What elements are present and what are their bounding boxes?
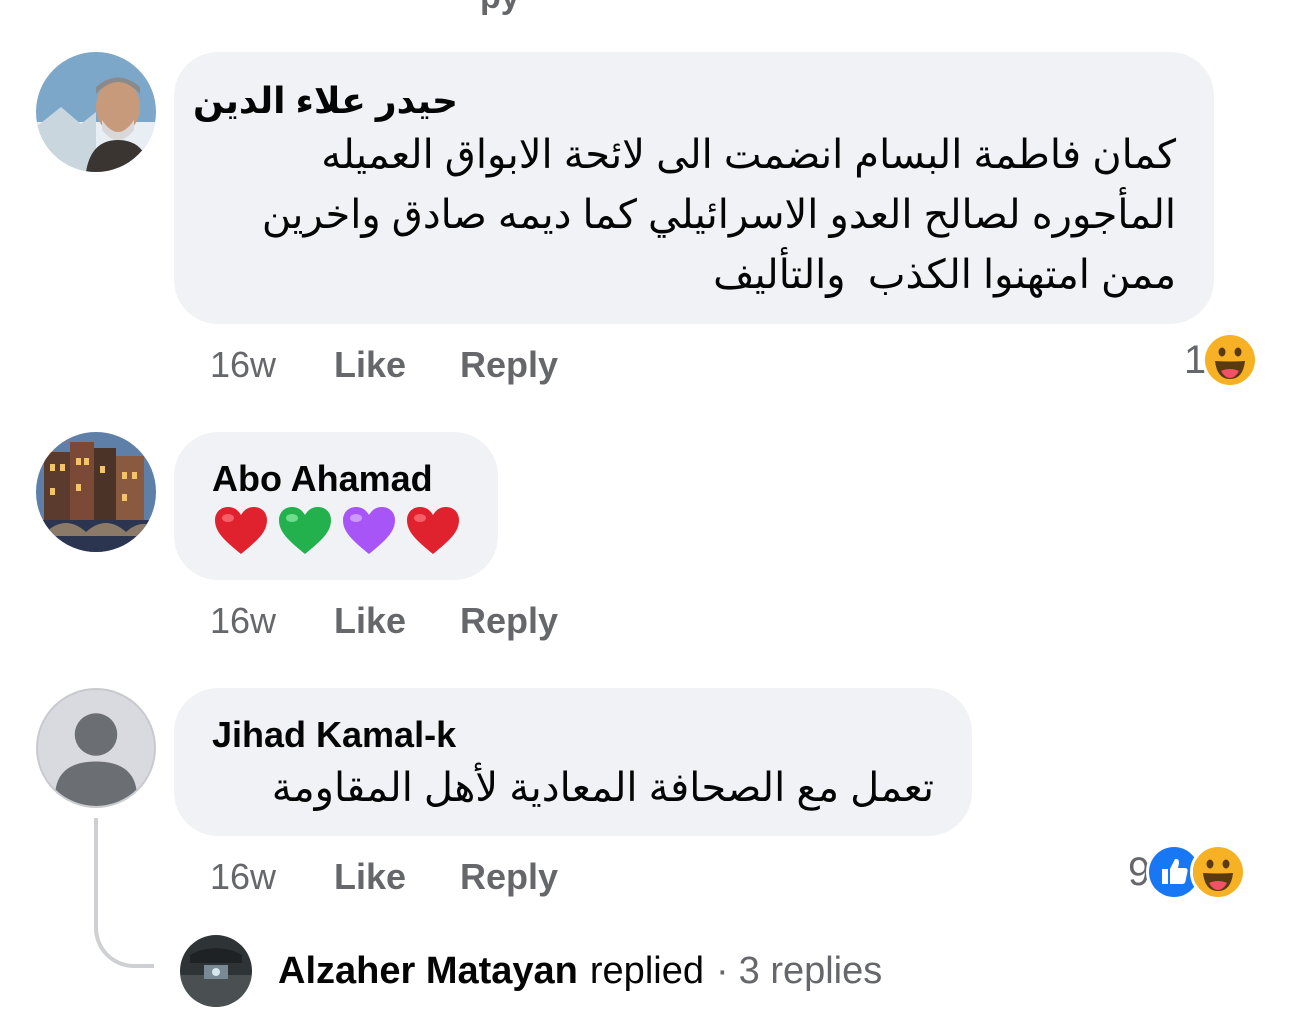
green-heart-icon xyxy=(278,506,332,556)
avatar-photo-icon xyxy=(180,935,252,1007)
comment-bubble: Jihad Kamal-k تعمل مع الصحافة المعادية ل… xyxy=(174,688,972,836)
comment-text: كمان فاطمة البسام انضمت الى لائحة الابوا… xyxy=(261,133,1176,297)
reply-author[interactable]: Alzaher Matayan xyxy=(278,950,578,993)
cutoff-reply-link: py xyxy=(480,0,520,17)
avatar-photo-icon xyxy=(36,432,156,552)
purple-heart-icon xyxy=(342,506,396,556)
comment-author[interactable]: Abo Ahamad xyxy=(212,458,433,500)
comment-bubble: حيدر علاء الدين كمان فاطمة البسام انضمت … xyxy=(174,52,1214,324)
like-button[interactable]: Like xyxy=(334,856,406,898)
red-heart-icon xyxy=(214,506,268,556)
reply-count[interactable]: 3 replies xyxy=(739,950,883,993)
reaction-summary[interactable]: 1 xyxy=(1184,332,1259,388)
emoji-hearts xyxy=(214,506,460,556)
avatar-alzaher[interactable] xyxy=(180,935,252,1007)
haha-icon xyxy=(1202,332,1259,388)
haha-icon xyxy=(1190,844,1247,900)
reaction-summary[interactable]: 9 xyxy=(1128,844,1247,900)
avatar-abo-ahamad[interactable] xyxy=(36,432,156,552)
separator-dot: · xyxy=(715,949,729,992)
reply-button[interactable]: Reply xyxy=(460,344,558,386)
reply-button[interactable]: Reply xyxy=(460,856,558,898)
avatar-photo-icon xyxy=(36,52,156,172)
like-button[interactable]: Like xyxy=(334,600,406,642)
avatar-jihad[interactable] xyxy=(36,688,156,808)
like-button[interactable]: Like xyxy=(334,344,406,386)
comments-page: py حيدر علاء الدين كمان فاطمة البسام انض… xyxy=(0,0,1290,1019)
avatar-haidar[interactable] xyxy=(36,52,156,172)
comment-bubble: Abo Ahamad xyxy=(174,432,498,580)
comment-actions: 16w Like Reply xyxy=(210,600,610,642)
comment-author[interactable]: حيدر علاء الدين xyxy=(193,80,458,122)
comment-time[interactable]: 16w xyxy=(210,344,276,386)
default-user-icon xyxy=(55,713,137,806)
red-heart-icon xyxy=(406,506,460,556)
view-replies-link[interactable]: Alzaher Matayan replied · 3 replies xyxy=(180,934,882,1008)
reply-verb: replied xyxy=(589,949,704,992)
comment-author[interactable]: Jihad Kamal-k xyxy=(212,714,456,756)
comment-text: تعمل مع الصحافة المعادية لأهل المقاومة xyxy=(271,766,934,810)
comment-time[interactable]: 16w xyxy=(210,600,276,642)
comment-time[interactable]: 16w xyxy=(210,856,276,898)
comment-actions: 16w Like Reply xyxy=(210,344,610,386)
reply-button[interactable]: Reply xyxy=(460,600,558,642)
comment-actions: 16w Like Reply xyxy=(210,856,610,898)
thread-connector xyxy=(94,818,154,968)
